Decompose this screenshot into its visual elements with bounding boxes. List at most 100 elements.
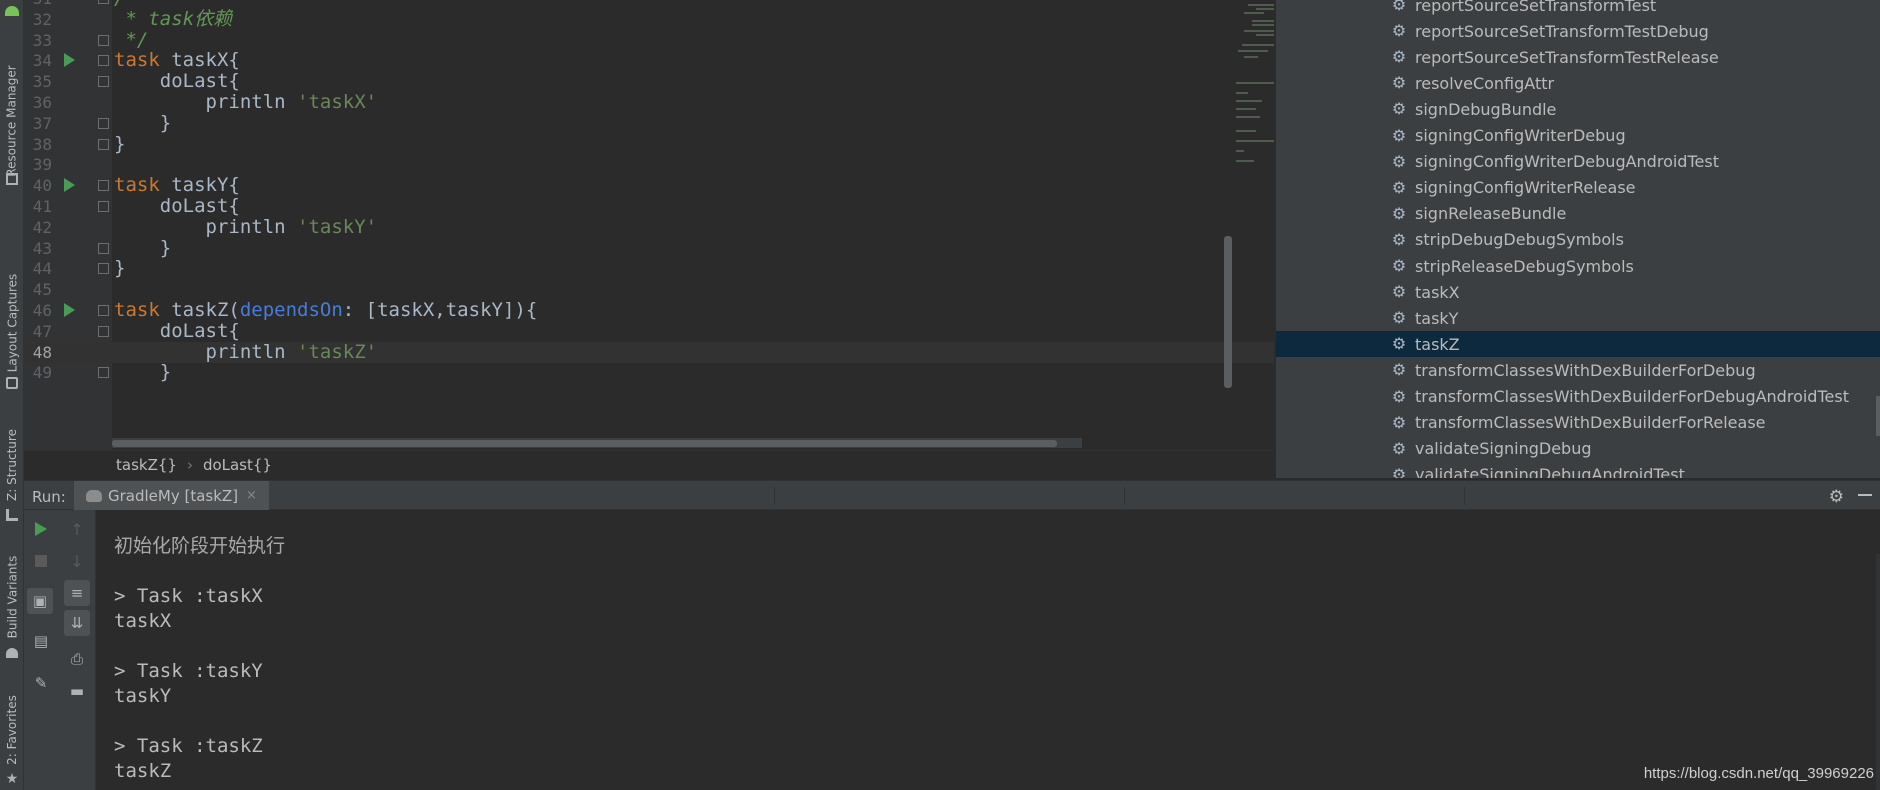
gradle-task-item[interactable]: ⚙ stripDebugDebugSymbols xyxy=(1276,227,1880,253)
restore-layout-button[interactable]: ▣ xyxy=(27,588,53,614)
code-line[interactable]: 47 doLast{ xyxy=(24,319,1274,342)
gradle-task-item[interactable]: ⚙ taskY xyxy=(1276,305,1880,331)
gradle-task-item[interactable]: ⚙ validateSigningDebug xyxy=(1276,436,1880,462)
gear-icon[interactable]: ⚙ xyxy=(1829,487,1844,507)
run-config-tab[interactable]: GradleMy [taskZ] × xyxy=(74,481,269,510)
code-line[interactable]: 44} xyxy=(24,258,1274,279)
code-line[interactable]: 37 } xyxy=(24,112,1274,134)
console-scrollbar[interactable] xyxy=(1876,554,1880,790)
code-line[interactable]: 45 xyxy=(24,279,1274,300)
editor-horizontal-scrollbar[interactable] xyxy=(112,438,1082,448)
code-line[interactable]: 35 doLast{ xyxy=(24,71,1274,92)
code-line[interactable]: 39 xyxy=(24,154,1274,175)
rerun-button[interactable] xyxy=(28,516,54,542)
gradle-panel-scrollbar[interactable] xyxy=(1876,396,1880,436)
fold-marker-icon[interactable] xyxy=(98,117,109,129)
scroll-to-end-button[interactable]: ⇊ xyxy=(64,610,90,636)
pin-icon: ✎ xyxy=(34,674,48,692)
gradle-task-item[interactable]: ⚙ transformClassesWithDexBuilderForReleas… xyxy=(1276,410,1880,436)
fold-marker-icon[interactable] xyxy=(98,76,109,88)
code-line[interactable]: 42 println 'taskY' xyxy=(24,216,1274,238)
editor-horizontal-scroll-thumb[interactable] xyxy=(112,440,1057,447)
code-line[interactable]: 49 } xyxy=(24,362,1274,383)
code-text: task taskY{ xyxy=(114,174,240,197)
soft-wrap-button[interactable]: ≡ xyxy=(64,580,90,606)
gradle-task-item[interactable]: ⚙ signDebugBundle xyxy=(1276,96,1880,122)
code-line[interactable]: 34 task taskX{ xyxy=(24,50,1274,71)
fold-marker-icon[interactable] xyxy=(98,305,109,316)
gear-icon: ⚙ xyxy=(1391,438,1407,458)
run-gutter-icon[interactable] xyxy=(64,303,75,317)
previous-occurrence-button[interactable]: ↑ xyxy=(64,516,90,542)
code-line[interactable]: 46 task taskZ(dependsOn: [taskX,taskY]){ xyxy=(24,300,1274,321)
code-line[interactable]: 43 } xyxy=(24,237,1274,259)
breadcrumb-item-taskz[interactable]: taskZ{} xyxy=(116,456,177,474)
code-line[interactable]: 33 */ xyxy=(24,29,1274,51)
gradle-task-item[interactable]: ⚙ taskX xyxy=(1276,279,1880,305)
fold-marker-icon[interactable] xyxy=(98,242,109,254)
tab-favorites-label: 2: Favorites xyxy=(5,695,20,765)
gradle-task-label: transformClassesWithDexBuilderForDebugAn… xyxy=(1415,387,1849,406)
fold-marker-icon[interactable] xyxy=(98,138,109,150)
run-gutter-icon[interactable] xyxy=(64,53,75,68)
gradle-task-item[interactable]: ⚙ reportSourceSetTransformTest xyxy=(1276,0,1880,18)
tab-build-variants[interactable]: Build Variants xyxy=(0,552,24,642)
tab-favorites[interactable]: 2: Favorites xyxy=(0,690,24,770)
breadcrumb-item-dolast[interactable]: doLast{} xyxy=(203,456,272,474)
code-line[interactable]: 48 println 'taskZ' xyxy=(24,341,1274,363)
gradle-task-item[interactable]: ⚙ stripReleaseDebugSymbols xyxy=(1276,253,1880,279)
editor-minimap[interactable] xyxy=(1234,0,1274,180)
gradle-task-item[interactable]: ⚙ signingConfigWriterRelease xyxy=(1276,175,1880,201)
code-line[interactable]: 41 doLast{ xyxy=(24,196,1274,217)
gradle-task-item[interactable]: ⚙ validateSigningDebugAndroidTest xyxy=(1276,462,1880,478)
fold-marker-icon[interactable] xyxy=(98,55,109,67)
fold-marker-icon[interactable] xyxy=(98,367,109,379)
gradle-task-item[interactable]: ⚙ reportSourceSetTransformTestDebug xyxy=(1276,18,1880,44)
code-editor[interactable]: 31/**32 * task依赖33 */34task taskX{35 doL… xyxy=(24,0,1274,450)
fold-marker-icon[interactable] xyxy=(98,0,109,4)
close-icon[interactable]: × xyxy=(246,488,257,503)
run-console[interactable]: 初始化阶段开始执行 > Task :taskX taskX > Task :taskY… xyxy=(96,510,1880,790)
gradle-task-label: transformClassesWithDexBuilderForDebug xyxy=(1415,360,1756,380)
toggle-tree-button[interactable]: ▤ xyxy=(28,628,54,654)
fold-marker-icon[interactable] xyxy=(98,325,109,337)
code-line[interactable]: 32 * task依赖 xyxy=(24,8,1274,30)
stop-button[interactable] xyxy=(28,548,54,574)
fold-marker-icon[interactable] xyxy=(98,180,109,192)
gradle-task-item[interactable]: ⚙ resolveConfigAttr xyxy=(1276,70,1880,96)
gradle-task-item[interactable]: ⚙ reportSourceSetTransformTestRelease xyxy=(1276,44,1880,70)
gear-icon: ⚙ xyxy=(1391,282,1407,302)
gradle-task-item[interactable]: ⚙ signingConfigWriterDebugAndroidTest xyxy=(1276,149,1880,175)
gradle-task-item[interactable]: ⚙ transformClassesWithDexBuilderForDebugA… xyxy=(1276,384,1880,410)
code-line[interactable]: 36 println 'taskX' xyxy=(24,92,1274,113)
editor-vertical-scrollbar[interactable] xyxy=(1224,236,1232,388)
next-occurrence-button[interactable]: ↓ xyxy=(64,548,90,574)
gradle-task-item[interactable]: ⚙ transformClassesWithDexBuilderForDebug xyxy=(1276,357,1880,383)
fold-marker-icon[interactable] xyxy=(98,263,109,275)
gear-icon: ⚙ xyxy=(1391,464,1407,478)
tab-build-variants-label: Build Variants xyxy=(5,555,20,639)
code-text: doLast{ xyxy=(114,319,240,342)
trash-icon: ▬ xyxy=(69,682,85,700)
layout-captures-icon xyxy=(0,376,24,390)
gear-icon: ⚙ xyxy=(1391,99,1407,119)
star-icon: ★ xyxy=(5,771,19,787)
tab-structure[interactable]: Z: Structure xyxy=(0,420,24,510)
tab-layout-captures[interactable]: Layout Captures xyxy=(0,268,24,378)
fold-marker-icon[interactable] xyxy=(98,201,109,212)
code-line[interactable]: 40 task taskY{ xyxy=(24,175,1274,196)
gradle-task-item[interactable]: ⚙ taskZ xyxy=(1276,331,1880,358)
fold-marker-icon[interactable] xyxy=(98,34,109,46)
line-number: 48 xyxy=(32,342,52,362)
clear-all-button[interactable]: ▬ xyxy=(64,678,90,704)
code-text: } xyxy=(114,257,126,280)
gradle-task-item[interactable]: ⚙ signReleaseBundle xyxy=(1276,201,1880,227)
print-button[interactable]: ⎙ xyxy=(64,646,90,672)
run-gutter-icon[interactable] xyxy=(64,178,75,193)
code-line[interactable]: 38} xyxy=(24,133,1274,155)
minimize-icon[interactable] xyxy=(1858,494,1872,496)
pin-tab-button[interactable]: ✎ xyxy=(28,670,54,696)
gradle-task-item[interactable]: ⚙ signingConfigWriterDebug xyxy=(1276,123,1880,149)
minimap-line xyxy=(1236,100,1262,102)
gradle-task-label: taskX xyxy=(1415,282,1460,302)
